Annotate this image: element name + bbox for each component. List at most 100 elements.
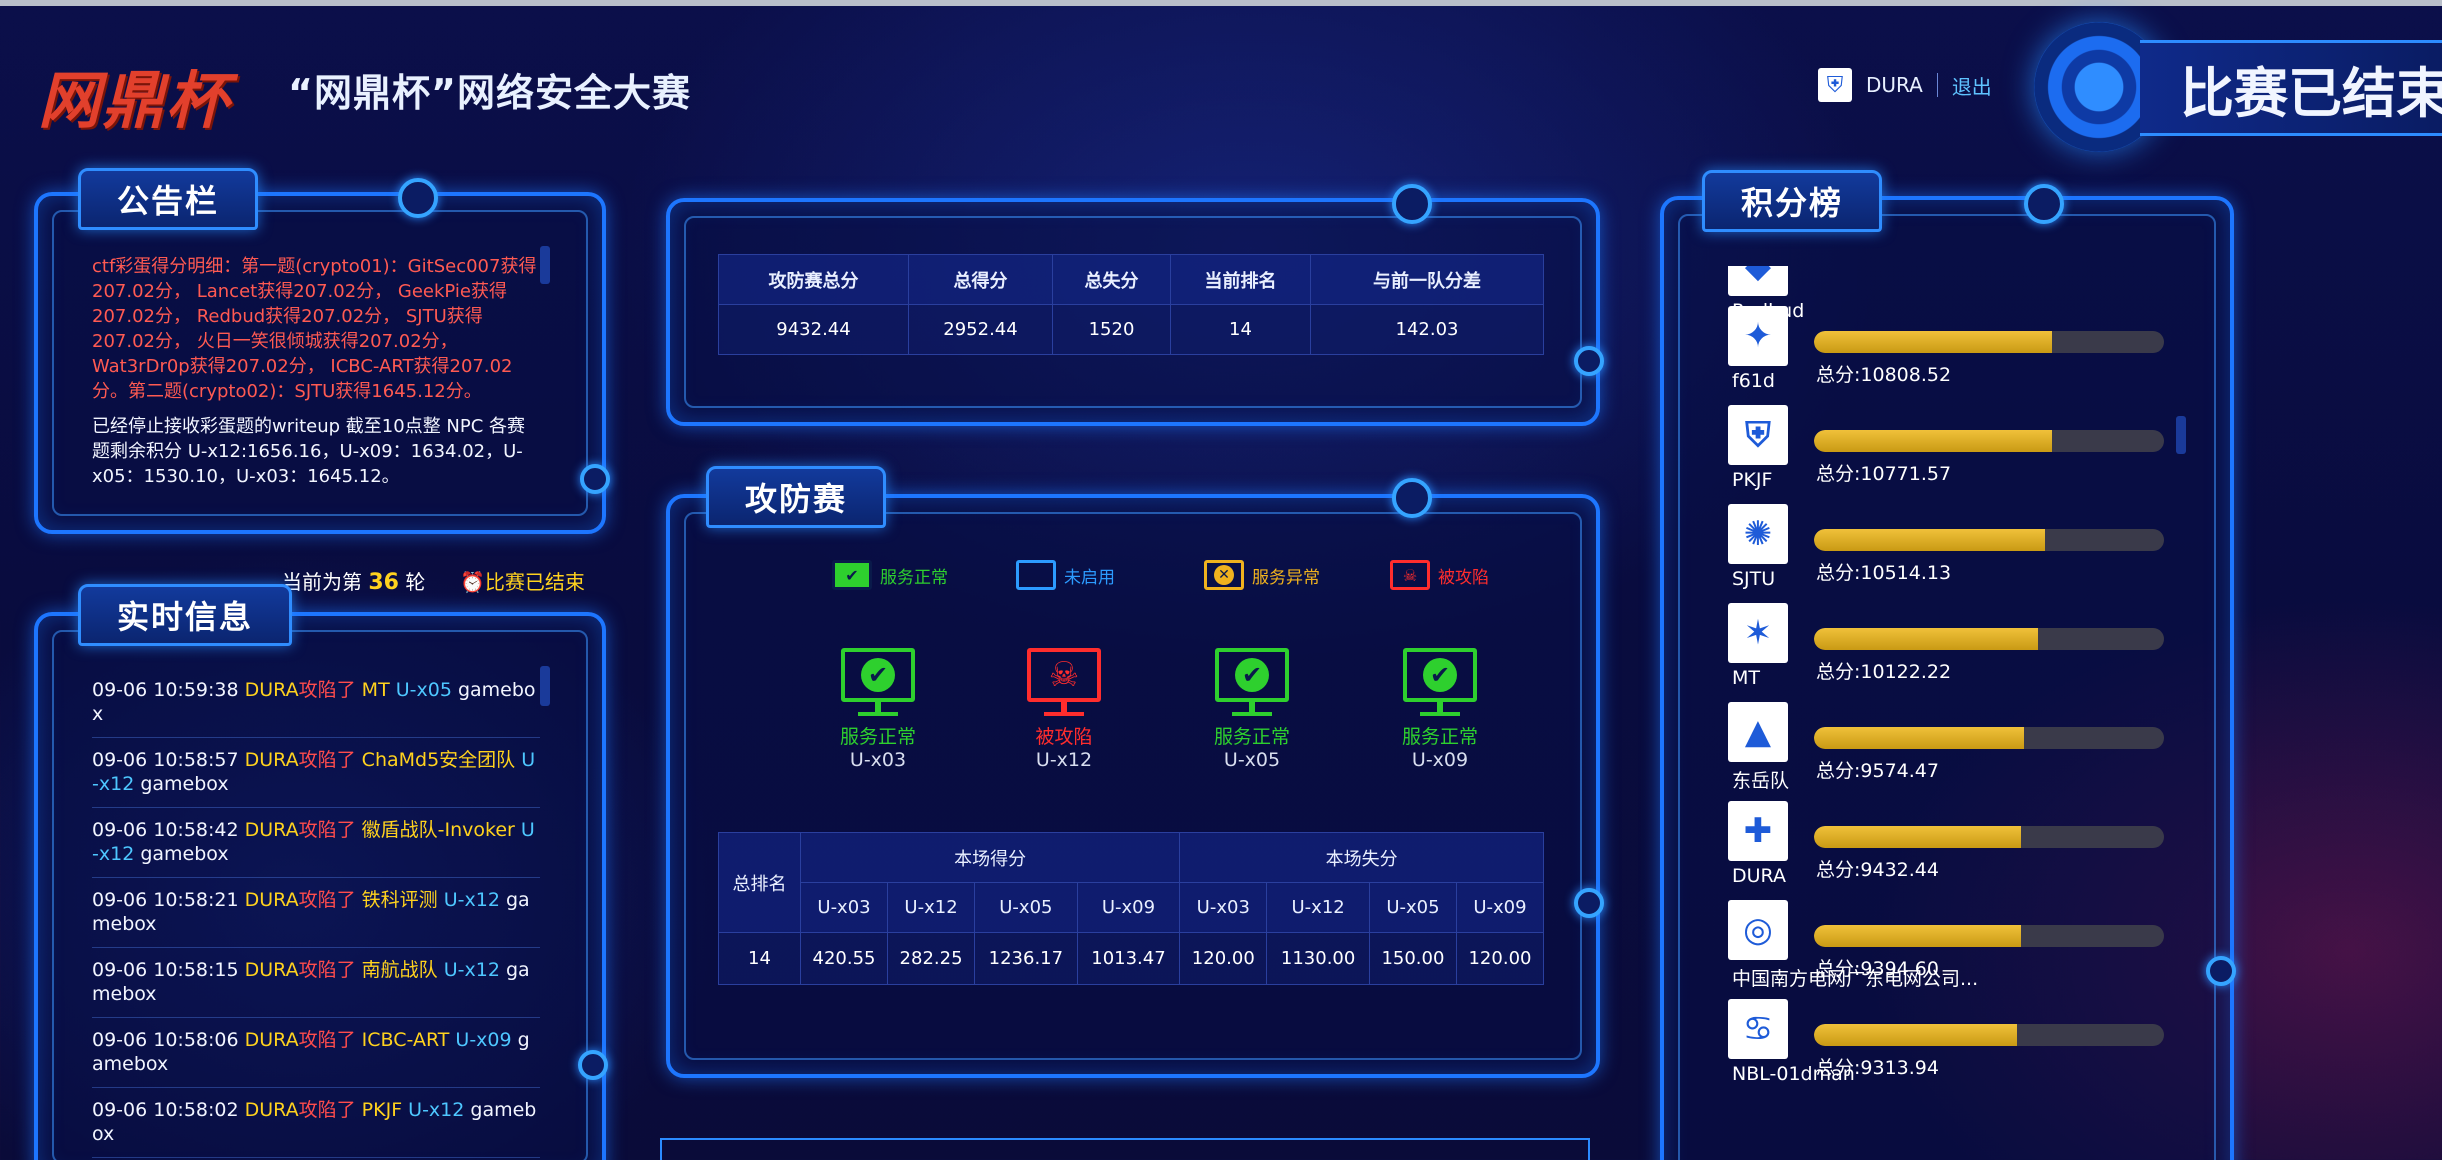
gain-header: 本场得分 [799, 832, 1181, 883]
team-total-value: 9574.47 [1860, 760, 1939, 782]
stats-header: 总失分 [1052, 254, 1171, 305]
check-monitor-icon: ✔ [1215, 648, 1289, 716]
realtime-attacker: DURA [244, 1029, 299, 1051]
leaderboard-row[interactable]: ⛨ PKJF 总分:10771.57 [1728, 405, 2168, 504]
legend-label: 服务正常 [880, 567, 948, 588]
legend-label: 未启用 [1064, 567, 1115, 588]
leaderboard-row[interactable]: ✺ SJTU 总分:10514.13 [1728, 504, 2168, 603]
stats-value: 9432.44 [718, 304, 909, 355]
leaderboard-row[interactable]: ♋ NBL-01dman 总分:9313.94 [1728, 999, 2168, 1098]
realtime-scrollbar[interactable] [540, 666, 550, 706]
realtime-challenge: U-x12 [408, 1099, 465, 1121]
current-round: 当前为第 36 轮 [282, 566, 425, 595]
realtime-service: gamebox [140, 843, 229, 865]
stats-value-row: 9432.44 2952.44 1520 14 142.03 [718, 304, 1544, 355]
team-logo-icon: ▲ [1728, 702, 1788, 762]
service-card: ✔ 服务正常 U-x09 [1380, 648, 1500, 771]
panel-decor-knob [580, 464, 610, 494]
score-progress-bar [1814, 826, 2164, 848]
stats-value: 14 [1170, 304, 1311, 355]
round-number: 36 [368, 570, 399, 595]
team-total-value: 10514.13 [1860, 562, 1952, 584]
round-status-text: 比赛已结束 [484, 570, 585, 594]
realtime-attacker: DURA [244, 889, 299, 911]
realtime-verb: 攻陷了 [298, 959, 356, 981]
team-total-prefix: 总分: [1816, 661, 1861, 683]
score-value: 1130.00 [1266, 932, 1370, 985]
score-subheader-row: U-x03 U-x12 U-x05 U-x09 U-x03 U-x12 U-x05 U-x09 [719, 882, 1545, 933]
attack-defense-tab: 攻防赛 [706, 466, 887, 528]
score-subheader: U-x12 [1266, 882, 1370, 933]
leaderboard-row[interactable]: ▲ 东岳队 总分:9574.47 [1728, 702, 2168, 801]
rank-header: 总排名 [718, 832, 801, 933]
round-prefix: 当前为第 [282, 570, 362, 594]
announcement-scrollbar[interactable] [540, 246, 550, 284]
score-value: 120.00 [1179, 932, 1268, 985]
score-value: 1236.17 [974, 932, 1078, 985]
team-total: 总分:9313.94 [1816, 1053, 1939, 1080]
score-progress-bar [1814, 628, 2164, 650]
leaderboard-scrollbar[interactable] [2176, 416, 2186, 454]
team-total-value: 10808.52 [1860, 364, 1952, 386]
score-value: 282.25 [887, 932, 976, 985]
legend-abnormal: ✕ 服务异常 [1204, 560, 1320, 590]
event-title: “网鼎杯”网络安全大赛 [288, 71, 691, 115]
team-logo-icon: ✚ [1728, 801, 1788, 861]
realtime-item: 09-06 10:58:06 DURA攻陷了 ICBC-ART U-x09 ga… [92, 1018, 540, 1088]
team-total: 总分:9432.44 [1816, 855, 1939, 882]
team-total-value: 9313.94 [1860, 1057, 1939, 1079]
team-total-prefix: 总分: [1816, 1057, 1861, 1079]
score-value-row: 14 420.55 282.25 1236.17 1013.47 120.00 1130.… [718, 932, 1545, 985]
realtime-verb: 攻陷了 [298, 819, 356, 841]
announcement-tab: 公告栏 [78, 168, 259, 230]
score-value: 420.55 [799, 932, 889, 985]
leaderboard-row[interactable]: ◎ 中国南方电网广东电网公司... 总分:9394.60 [1728, 900, 2168, 999]
score-subheader: U-x09 [1455, 882, 1545, 933]
stats-value: 142.03 [1310, 304, 1544, 355]
team-total: 总分:10122.22 [1816, 657, 1951, 684]
round-suffix: 轮 [405, 570, 426, 594]
realtime-target: PKJF [361, 1099, 403, 1121]
team-total: 总分:9574.47 [1816, 756, 1939, 783]
skull-monitor-icon: ☠ [1027, 648, 1101, 716]
realtime-attacker: DURA [244, 819, 299, 841]
service-status: 服务正常 [1213, 726, 1290, 748]
check-monitor-icon: ✔ [1403, 648, 1477, 716]
user-name: DURA [1866, 73, 1923, 97]
panel-decor-knob [1392, 184, 1432, 224]
team-name: DURA [1732, 865, 1786, 887]
blank-monitor-icon [1016, 560, 1056, 590]
realtime-target: 南航战队 [361, 959, 438, 981]
team-name: SJTU [1732, 568, 1776, 590]
realtime-attacker: DURA [244, 679, 299, 701]
logout-link[interactable]: 退出 [1952, 71, 1992, 100]
panel-decor-knob [2024, 184, 2064, 224]
user-team-icon: ⛨ [1818, 68, 1852, 102]
alarm-clock-icon: ⏰ [460, 570, 485, 594]
team-name: f61d [1732, 370, 1775, 392]
check-monitor-icon: ✔ [841, 648, 915, 716]
realtime-service: gamebox [140, 773, 229, 795]
realtime-target: 铁科评测 [361, 889, 438, 911]
round-score-table: 总排名 本场得分 本场失分 U-x03 U-x12 U-x05 U-x09 U-x03 U… [718, 832, 1545, 985]
service-name: U-x09 [1411, 749, 1469, 771]
stats-header: 与前一队分差 [1310, 254, 1544, 305]
leaderboard-row[interactable]: ✚ DURA 总分:9432.44 [1728, 801, 2168, 900]
realtime-verb: 攻陷了 [298, 889, 356, 911]
service-card: ☠ 被攻陷 U-x12 [1004, 648, 1124, 771]
leaderboard-row[interactable]: ◆Redbud总分:11243.17 [1728, 266, 2168, 322]
score-progress-bar [1814, 1024, 2164, 1046]
score-subheader: U-x12 [887, 882, 976, 933]
leaderboard-row[interactable]: ✦ f61d 总分:10808.52 [1728, 306, 2168, 405]
contest-status-banner: 比赛已结束 [2140, 40, 2442, 136]
skull-icon: ☠ [1390, 560, 1430, 590]
score-subheader: U-x05 [974, 882, 1078, 933]
realtime-item: 09-06 10:58:02 DURA攻陷了 PKJF U-x12 gamebo… [92, 1088, 540, 1158]
leaderboard-row[interactable]: ✶ MT 总分:10122.22 [1728, 603, 2168, 702]
rank-value: 14 [718, 932, 801, 985]
team-logo-icon: ✦ [1728, 306, 1788, 366]
team-total-value: 9394.60 [1860, 958, 1939, 980]
realtime-item: 09-06 10:59:38 DURA攻陷了 MT U-x05 gamebox [92, 668, 540, 738]
realtime-item: 09-06 10:58:57 DURA攻陷了 ChaMd5安全团队 U-x12 … [92, 738, 540, 808]
legend-label: 服务异常 [1252, 567, 1320, 588]
